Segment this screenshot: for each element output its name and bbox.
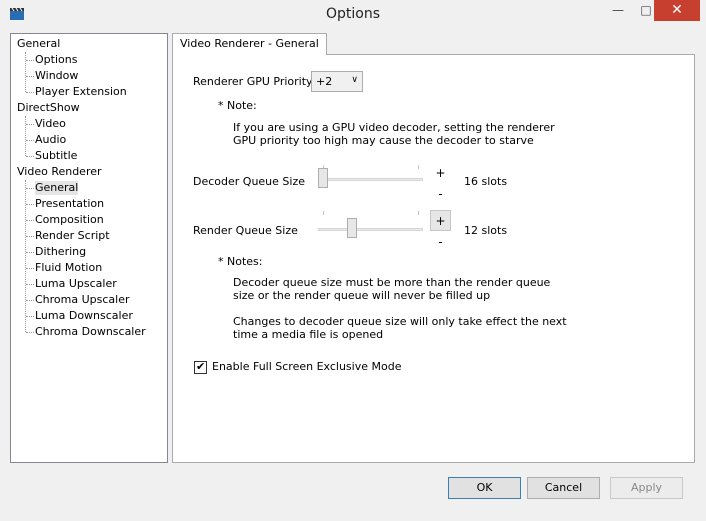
options-tree[interactable]: General Options Window Player Extension … (10, 33, 168, 463)
apply-button[interactable]: Apply (610, 477, 683, 499)
tree-item-player-extension[interactable]: Player Extension (35, 85, 127, 99)
notes-line-3: Changes to decoder queue size will only … (233, 315, 567, 328)
tree-item-chroma-upscaler[interactable]: Chroma Upscaler (35, 293, 130, 307)
fullscreen-exclusive-label[interactable]: Enable Full Screen Exclusive Mode (212, 360, 401, 373)
tree-item-presentation[interactable]: Presentation (35, 197, 104, 211)
ok-button[interactable]: OK (448, 477, 521, 499)
tree-item-subtitle[interactable]: Subtitle (35, 149, 77, 163)
notes-line-1: Decoder queue size must be more than the… (233, 276, 551, 289)
render-queue-thumb[interactable] (347, 218, 357, 238)
cancel-button[interactable]: Cancel (527, 477, 600, 499)
decoder-queue-minus-button[interactable]: - (430, 184, 451, 205)
tree-item-audio[interactable]: Audio (35, 133, 66, 147)
chevron-down-icon: ∨ (351, 75, 358, 85)
tree-group-video-renderer[interactable]: Video Renderer (17, 165, 102, 179)
decoder-queue-thumb[interactable] (318, 168, 328, 188)
decoder-queue-value: 16 slots (464, 175, 508, 188)
fullscreen-exclusive-checkbox[interactable]: ✔ (194, 360, 207, 374)
tree-item-window[interactable]: Window (35, 69, 78, 83)
note-title: * Note: (218, 99, 257, 112)
tree-item-general[interactable]: General (35, 181, 79, 195)
tree-item-composition[interactable]: Composition (35, 213, 104, 227)
tree-item-render-script[interactable]: Render Script (35, 229, 110, 243)
render-queue-plus-button[interactable]: + (430, 210, 451, 231)
gpu-priority-label: Renderer GPU Priority* (193, 75, 319, 88)
checkmark-icon: ✔ (196, 360, 206, 373)
decoder-queue-label: Decoder Queue Size (193, 175, 305, 188)
notes-line-2: size or the render queue will never be f… (233, 289, 491, 302)
tree-item-fluid-motion[interactable]: Fluid Motion (35, 261, 102, 275)
notes-line-4: time a media file is opened (233, 328, 384, 341)
render-queue-value: 12 slots (464, 224, 508, 237)
render-queue-label: Render Queue Size (193, 224, 298, 237)
minimize-button[interactable]: — (604, 0, 632, 21)
close-button[interactable]: ✕ (654, 0, 700, 21)
tab-video-renderer-general[interactable]: Video Renderer - General (172, 33, 327, 55)
gpu-priority-value: +2 (316, 75, 333, 88)
tree-item-chroma-downscaler[interactable]: Chroma Downscaler (35, 325, 146, 339)
tree-item-dithering[interactable]: Dithering (35, 245, 86, 259)
render-queue-minus-button[interactable]: - (430, 232, 451, 253)
note-line-2: GPU priority too high may cause the deco… (233, 134, 534, 147)
decoder-queue-slider[interactable] (318, 168, 423, 192)
window-title: Options (325, 6, 381, 22)
note-line-1: If you are using a GPU video decoder, se… (233, 121, 555, 134)
notes-title: * Notes: (218, 255, 263, 268)
tree-item-luma-upscaler[interactable]: Luma Upscaler (35, 277, 117, 291)
render-queue-slider[interactable] (318, 218, 423, 242)
tree-item-video[interactable]: Video (35, 117, 66, 131)
tree-item-options[interactable]: Options (35, 53, 77, 67)
tree-group-general[interactable]: General (17, 37, 60, 51)
tree-group-directshow[interactable]: DirectShow (17, 101, 80, 115)
gpu-priority-select[interactable]: +2 ∨ (311, 71, 363, 92)
tree-item-luma-downscaler[interactable]: Luma Downscaler (35, 309, 133, 323)
title-bar: Options — □ ✕ (0, 0, 706, 31)
decoder-queue-plus-button[interactable]: + (430, 163, 451, 184)
